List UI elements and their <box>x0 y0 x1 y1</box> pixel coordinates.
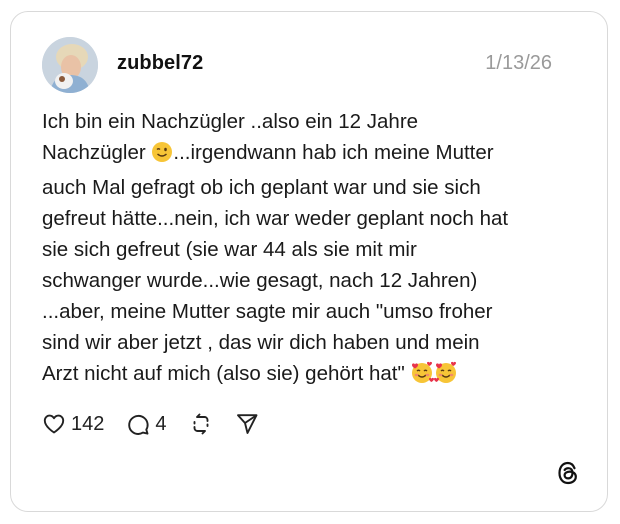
post-text-fragment: Nachzügler <box>42 141 146 164</box>
share-button[interactable] <box>235 412 259 436</box>
post-text-line: gefreut hätte...nein, ich war weder gepl… <box>42 207 509 230</box>
post-text-fragment: ...irgendwann hab ich meine Mutter <box>173 141 494 164</box>
post-text-line: Ich bin ein Nachzügler ..also ein 12 Jah… <box>42 110 419 133</box>
smiling-face-with-hearts-emoji-icon <box>410 360 435 393</box>
avatar[interactable] <box>42 37 98 93</box>
action-bar: 142 4 <box>42 409 281 439</box>
post-text-line: auch Mal gefragt ob ich geplant war und … <box>42 176 481 199</box>
smiling-face-with-hearts-emoji-icon <box>434 360 458 393</box>
post-text-line: schwanger wurde...wie gesagt, nach 12 Ja… <box>42 269 478 292</box>
heart-icon <box>42 412 66 436</box>
post-text-fragment: Arzt nicht auf mich (also sie) gehört ha… <box>42 362 405 385</box>
avatar-image <box>42 37 98 93</box>
post-text: Ich bin ein Nachzügler ..also ein 12 Jah… <box>42 106 582 393</box>
like-count: 142 <box>71 412 105 435</box>
repost-button[interactable] <box>189 412 213 436</box>
username[interactable]: zubbel72 <box>117 52 203 75</box>
post-text-line: sie sich gefreut (sie war 44 als sie mit… <box>42 238 417 261</box>
reply-count: 4 <box>155 412 167 435</box>
post-text-line: ...aber, meine Mutter sagte mir auch "um… <box>42 300 493 323</box>
post-text-line: Arzt nicht auf mich (also sie) gehört ha… <box>42 358 582 393</box>
post-text-line: Nachzügler ...irgendwann hab ich meine M… <box>42 137 582 172</box>
send-icon <box>235 412 259 436</box>
reply-button[interactable]: 4 <box>126 412 167 436</box>
post-card: zubbel72 1/13/26 Ich bin ein Nachzügler … <box>10 11 608 512</box>
post-text-line: sind wir aber jetzt , das wir dich haben… <box>42 331 480 354</box>
winking-face-emoji-icon <box>151 141 173 172</box>
post-date: 1/13/26 <box>485 52 552 74</box>
repost-icon <box>189 412 213 436</box>
threads-logo-icon[interactable] <box>555 460 581 486</box>
comment-icon <box>126 412 150 436</box>
like-button[interactable]: 142 <box>42 412 104 436</box>
